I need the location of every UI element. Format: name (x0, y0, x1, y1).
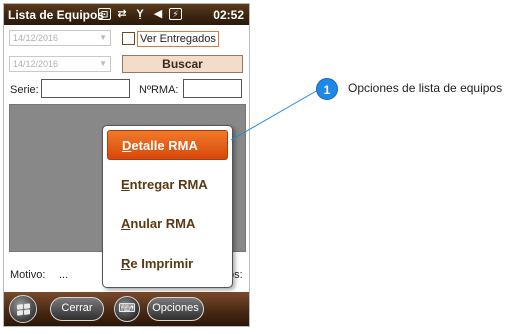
date-to-value: 14/12/2016 (13, 59, 59, 69)
chevron-down-icon: ▼ (99, 59, 107, 68)
menu-item-detalle-rma[interactable]: Detalle RMA (107, 130, 228, 160)
annotation-text: Opciones de lista de equipos (348, 81, 503, 95)
windows-logo-icon (16, 302, 30, 316)
opciones-button[interactable]: Opciones (147, 297, 204, 321)
nrma-label: NºRMA: (139, 84, 179, 96)
sync-arrows-icon[interactable]: ⇄ (115, 7, 129, 21)
buscar-button[interactable]: Buscar (122, 55, 243, 73)
date-to-select[interactable]: 14/12/2016 ▼ (9, 56, 111, 72)
title-bar: Lista de Equipos ⊡ ⇄ Ỵ ◀ ⚡ 02:52 (4, 4, 249, 25)
motivo-value: ... (59, 269, 69, 281)
cerrar-button[interactable]: Cerrar (50, 297, 104, 321)
bottom-bar: Cerrar ⌨ Opciones (4, 292, 249, 326)
clock[interactable]: 02:52 (213, 8, 244, 22)
date-from-select[interactable]: 14/12/2016 ▼ (9, 30, 111, 46)
menu-item-anular-rma[interactable]: Anular RMA (107, 209, 228, 239)
serie-label: Serie: (10, 84, 39, 96)
start-task-icon[interactable]: ⊡ (98, 8, 111, 20)
keyboard-icon[interactable]: ⌨ (114, 296, 140, 322)
nrma-input[interactable] (183, 79, 242, 98)
options-context-menu: Detalle RMA Entregar RMA Anular RMA Re I… (102, 125, 233, 288)
status-icons: ⊡ ⇄ Ỵ ◀ ⚡ (98, 7, 182, 21)
menu-item-entregar-rma[interactable]: Entregar RMA (107, 170, 228, 200)
serie-input[interactable] (41, 79, 130, 98)
menu-item-re-imprimir[interactable]: Re Imprimir (107, 249, 228, 279)
date-from-value: 14/12/2016 (13, 33, 59, 43)
windows-start-button[interactable] (9, 295, 37, 323)
mute-speaker-icon[interactable]: ◀ (151, 7, 165, 21)
battery-charging-icon[interactable]: ⚡ (169, 8, 182, 20)
device-screen: Lista de Equipos ⊡ ⇄ Ỵ ◀ ⚡ 02:52 14/12/2… (3, 3, 250, 327)
ver-entregados-checkbox[interactable] (122, 32, 135, 45)
motivo-label: Motivo: (10, 269, 46, 281)
ver-entregados-label[interactable]: Ver Entregados (137, 31, 219, 47)
no-signal-icon[interactable]: Ỵ (133, 7, 147, 21)
chevron-down-icon: ▼ (99, 33, 107, 42)
app-title: Lista de Equipos (8, 8, 105, 22)
annotation-badge: 1 (316, 78, 338, 100)
